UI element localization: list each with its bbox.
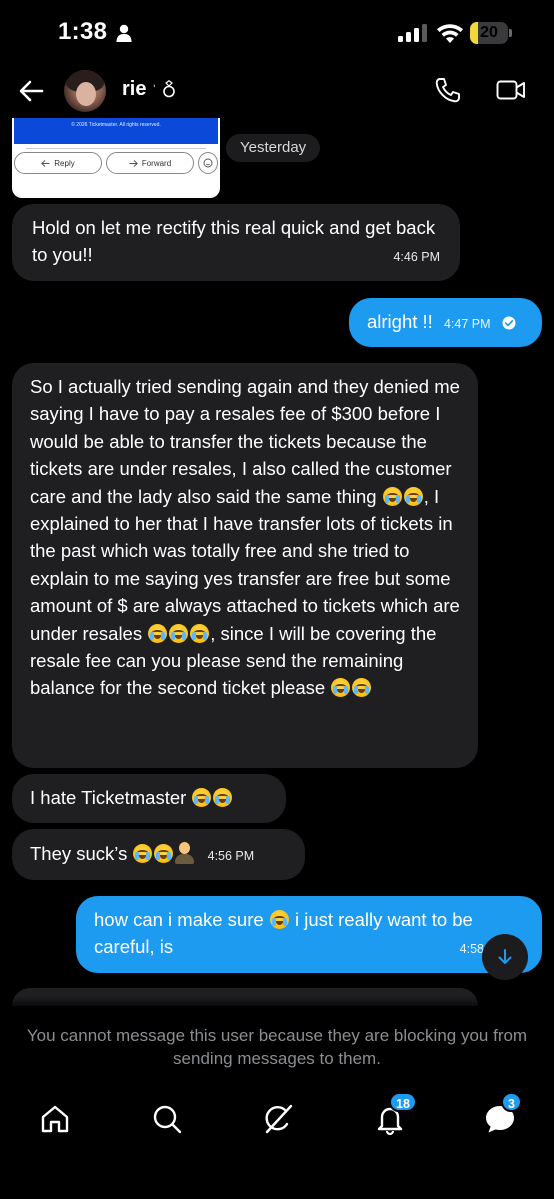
- notifications-tab[interactable]: 18: [373, 1092, 417, 1136]
- avatar[interactable]: [64, 70, 106, 112]
- status-bar: 1:38 20: [0, 0, 554, 64]
- bottom-nav: 18 3: [0, 1092, 554, 1152]
- message-time: 4:46 PM: [393, 249, 440, 264]
- email-banner: © 2026 Ticketmaster. All rights reserved…: [14, 118, 218, 144]
- email-reply-button: Reply: [14, 152, 102, 174]
- status-time: 1:38: [58, 18, 108, 45]
- crying-emoji: [190, 623, 210, 643]
- message-text-part: , I explained to her that I have transfe…: [30, 485, 460, 644]
- email-reply-label: Reply: [54, 158, 75, 168]
- message-time: 4:56 PM: [207, 849, 255, 863]
- contact-name[interactable]: rie ʾ: [122, 78, 176, 101]
- messages-tab[interactable]: 3: [483, 1092, 522, 1136]
- crying-emoji: [269, 910, 289, 929]
- battery-level: 20: [480, 24, 498, 41]
- person-icon: [116, 24, 132, 42]
- email-forward-button: Forward: [106, 152, 194, 174]
- email-forward-label: Forward: [141, 158, 172, 168]
- crying-emoji: [403, 486, 423, 506]
- message-text: alright !!: [367, 311, 433, 332]
- arrow-down-icon: [498, 949, 512, 964]
- crying-emoji: [213, 788, 233, 807]
- message-time: 4:58: [459, 941, 484, 956]
- crying-emoji: [331, 678, 351, 698]
- grok-icon[interactable]: [261, 1102, 295, 1136]
- message-text-part: how can i make sure: [94, 909, 264, 930]
- message-text: I hate Ticketmaster: [30, 787, 187, 808]
- crying-emoji: [382, 486, 402, 506]
- crying-emoji: [352, 678, 372, 698]
- contact-name-suffix: ʾ: [152, 82, 157, 98]
- day-separator: Yesterday: [226, 134, 321, 162]
- wifi-icon: [437, 24, 463, 43]
- message-text: They suck’s: [30, 843, 128, 864]
- message-bubble-incoming[interactable]: Hold on let me rectify this real quick a…: [12, 204, 460, 281]
- search-icon[interactable]: [150, 1102, 184, 1136]
- forward-icon: [129, 159, 138, 167]
- message-bubble-incoming[interactable]: So I actually tried sending again and th…: [12, 363, 478, 768]
- home-icon[interactable]: [38, 1102, 72, 1136]
- ring-icon: [163, 80, 176, 98]
- messages-badge: 3: [501, 1092, 522, 1112]
- crying-emoji: [154, 844, 174, 863]
- battery-icon: 20: [470, 22, 512, 44]
- email-footer-text: © 2026 Ticketmaster. All rights reserved…: [71, 122, 161, 128]
- crying-emoji: [148, 623, 168, 643]
- back-arrow-icon[interactable]: [16, 76, 46, 106]
- crying-emoji: [133, 844, 153, 863]
- message-fade: [0, 996, 554, 1012]
- email-preview-image[interactable]: © 2026 Ticketmaster. All rights reserved…: [12, 118, 220, 198]
- message-bubble-incoming[interactable]: They suck’s 4:56 PM: [12, 829, 305, 880]
- crying-emoji: [192, 788, 212, 807]
- signal-icon: [398, 24, 427, 42]
- blocked-notice: You cannot message this user because the…: [26, 1026, 528, 1068]
- contact-name-text: rie: [122, 78, 147, 100]
- chat-header: rie ʾ: [0, 64, 554, 118]
- crying-emoji: [169, 623, 189, 643]
- email-emoji-button: [198, 152, 218, 174]
- scroll-to-bottom-button[interactable]: [482, 934, 528, 980]
- message-text: Hold on let me rectify this real quick a…: [32, 217, 436, 266]
- notifications-badge: 18: [389, 1092, 417, 1112]
- reply-icon: [41, 159, 50, 167]
- message-bubble-outgoing[interactable]: alright !! 4:47 PM: [349, 298, 542, 347]
- person-shrug-emoji: [174, 842, 195, 864]
- video-icon[interactable]: [496, 78, 526, 102]
- message-bubble-incoming[interactable]: I hate Ticketmaster: [12, 774, 286, 823]
- message-time: 4:47 PM: [443, 317, 491, 331]
- phone-icon[interactable]: [434, 76, 462, 104]
- message-bubble-outgoing[interactable]: how can i make sure i just really want t…: [76, 896, 542, 973]
- read-receipt-icon: [502, 316, 516, 330]
- smiley-icon: [203, 158, 213, 168]
